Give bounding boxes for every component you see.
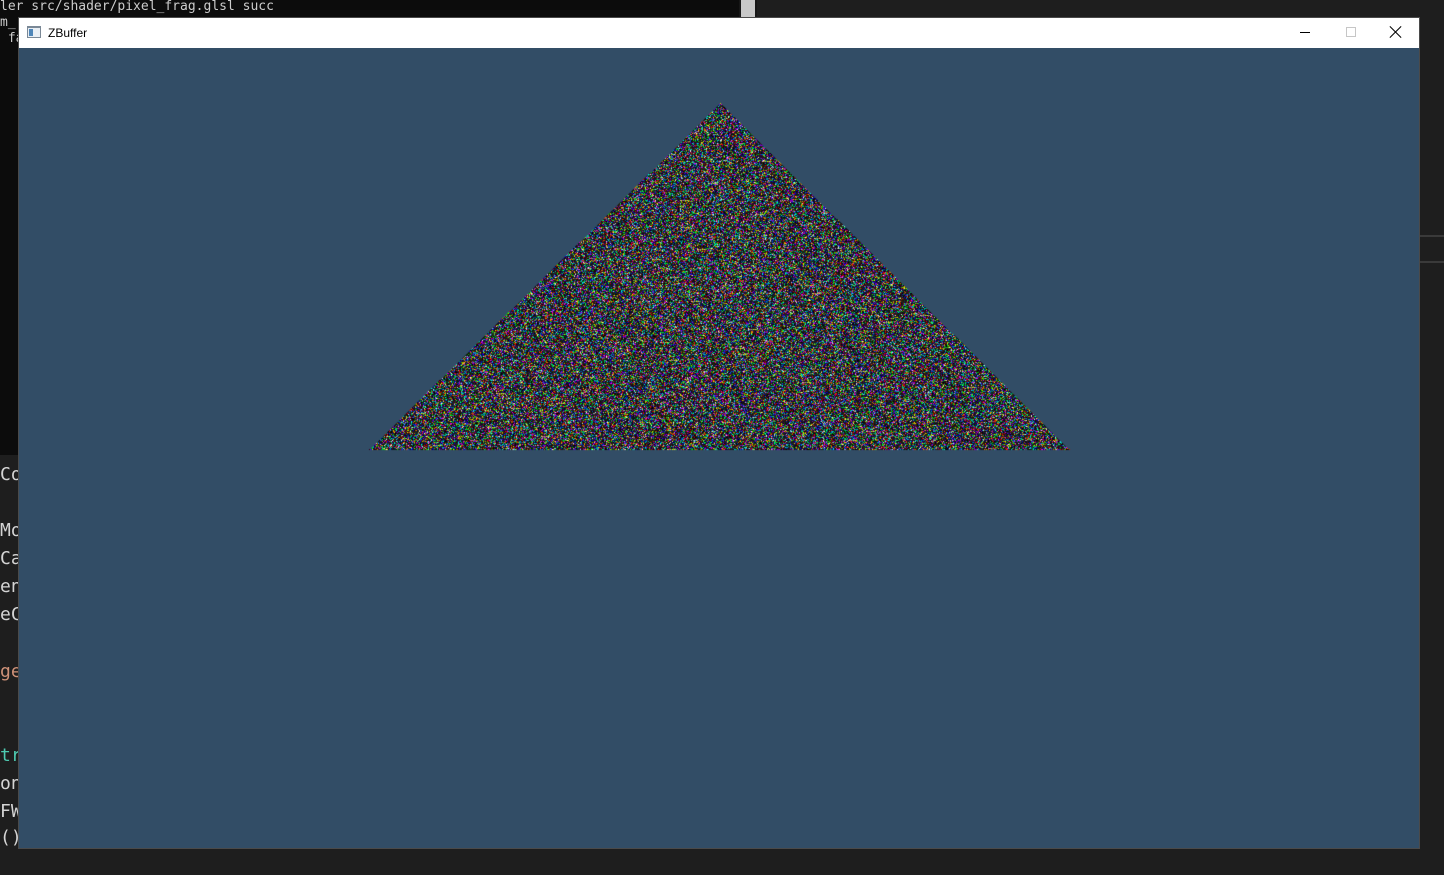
minimize-icon — [1300, 32, 1310, 33]
window-title: ZBuffer — [48, 26, 88, 40]
background-divider — [1419, 261, 1444, 263]
desktop: ler src/shader/pixel_frag.glsl succ m_ f… — [0, 0, 1444, 875]
close-button[interactable] — [1373, 18, 1419, 48]
maximize-icon — [1346, 27, 1356, 37]
console-line: m_ — [0, 15, 16, 30]
close-icon — [1390, 26, 1402, 38]
render-viewport[interactable] — [19, 48, 1419, 848]
console-scroll-thumb[interactable] — [741, 0, 755, 17]
minimize-button[interactable] — [1282, 18, 1328, 48]
maximize-button[interactable] — [1328, 18, 1374, 48]
window-titlebar[interactable]: ZBuffer — [19, 18, 1419, 48]
background-divider — [1419, 235, 1444, 237]
app-window-icon[interactable] — [27, 26, 41, 38]
console-line: ler src/shader/pixel_frag.glsl succ — [0, 0, 274, 14]
zbuffer-window[interactable]: ZBuffer — [19, 18, 1419, 848]
noise-triangle — [19, 48, 1419, 848]
